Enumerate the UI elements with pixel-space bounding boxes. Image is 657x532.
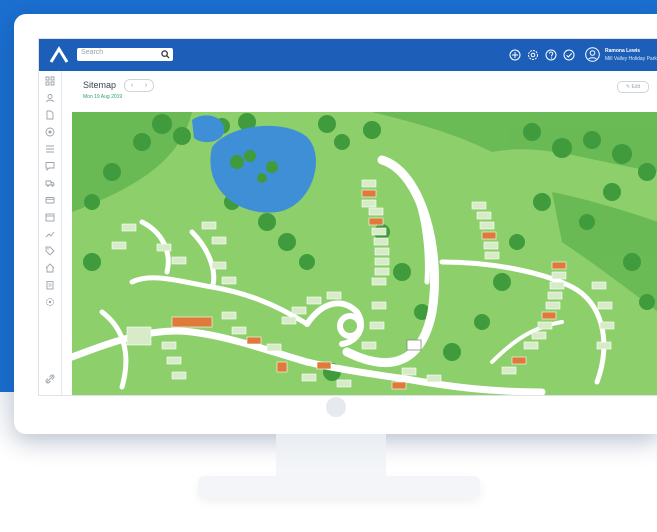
page-title: Sitemap <box>83 80 117 90</box>
avatar[interactable] <box>585 47 600 62</box>
search-icon[interactable] <box>161 50 170 59</box>
monitor: Search Ramona Lewis Mill Valley Holiday … <box>14 14 657 434</box>
home-icon[interactable] <box>45 263 55 273</box>
settings-icon[interactable] <box>45 297 55 307</box>
chart-icon[interactable] <box>45 229 55 239</box>
prev-date-button[interactable]: ‹ <box>125 80 139 91</box>
search-box[interactable]: Search <box>77 48 173 61</box>
help-icon[interactable] <box>545 49 557 61</box>
card-icon[interactable] <box>45 195 55 205</box>
grid-icon[interactable] <box>45 76 55 86</box>
user-name[interactable]: Ramona Lewis <box>605 48 640 54</box>
app-screen: Search Ramona Lewis Mill Valley Holiday … <box>38 38 657 396</box>
clipboard-icon[interactable] <box>45 280 55 290</box>
site-map[interactable] <box>72 112 657 395</box>
gear-icon[interactable] <box>527 49 539 61</box>
truck-icon[interactable] <box>45 178 55 188</box>
date-navigator: ‹ › <box>124 79 154 92</box>
calendar-icon[interactable] <box>45 212 55 222</box>
user-icon[interactable] <box>45 93 55 103</box>
search-input[interactable]: Search <box>81 49 103 56</box>
target-icon[interactable] <box>45 127 55 137</box>
next-date-button[interactable]: › <box>139 80 153 91</box>
document-icon[interactable] <box>45 110 55 120</box>
selected-date[interactable]: Mon 19 Aug 2019 <box>83 94 122 100</box>
tag-icon[interactable] <box>45 246 55 256</box>
roundabout <box>337 313 363 339</box>
check-circle-icon[interactable] <box>563 49 575 61</box>
chat-icon[interactable] <box>45 161 55 171</box>
sidebar <box>39 71 62 395</box>
edit-button[interactable]: ✎ Edit <box>617 81 649 93</box>
add-circle-icon[interactable] <box>509 49 521 61</box>
user-park: Mill Valley Holiday Park <box>605 56 657 62</box>
app-logo-icon[interactable] <box>47 45 71 65</box>
link-icon[interactable] <box>45 374 55 384</box>
power-button <box>326 397 346 417</box>
monitor-stand-base <box>198 476 480 498</box>
list-icon[interactable] <box>45 144 55 154</box>
map-building <box>406 339 422 351</box>
monitor-stand-neck <box>276 434 386 480</box>
top-bar: Search Ramona Lewis Mill Valley Holiday … <box>39 39 657 71</box>
